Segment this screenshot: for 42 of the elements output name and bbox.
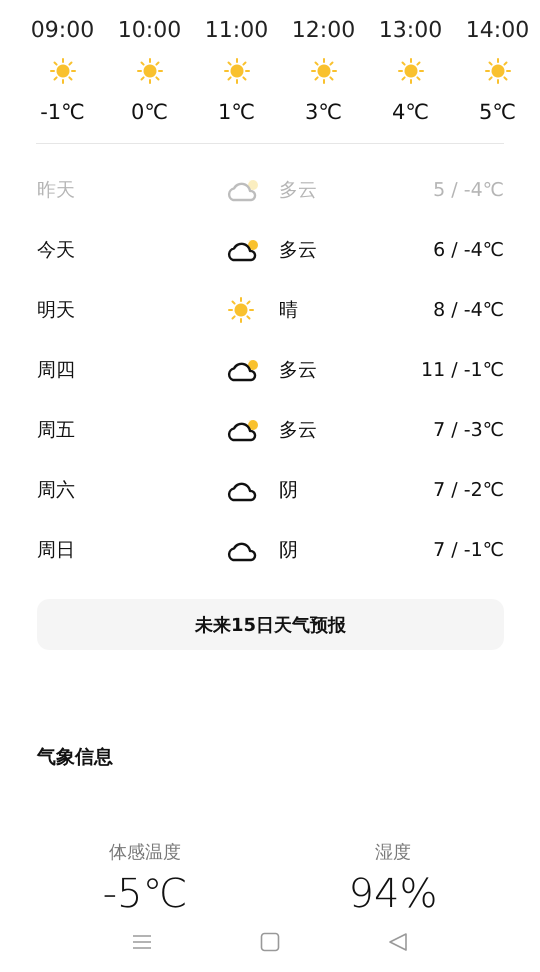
hour-temperature: -1℃ <box>40 99 85 126</box>
weather-condition: 多云 <box>279 238 318 263</box>
day-name: 周六 <box>37 478 76 503</box>
hour-temperature: 0℃ <box>131 99 168 126</box>
hour-temperature: 3℃ <box>305 99 342 126</box>
forecast-button[interactable]: 未来15日天气预报 <box>37 599 504 650</box>
day-name: 周四 <box>37 358 76 383</box>
menu-icon[interactable] <box>132 934 152 950</box>
hour-time: 14:00 <box>466 17 530 45</box>
day-name: 昨天 <box>37 178 76 203</box>
temperature-range: 7 / -3℃ <box>433 419 504 441</box>
weather-condition: 多云 <box>279 358 318 383</box>
day-name: 明天 <box>37 298 76 323</box>
day-name: 周日 <box>37 538 76 563</box>
day-name: 周五 <box>37 418 76 443</box>
temperature-range: 7 / -2℃ <box>433 479 504 501</box>
temperature-range: 5 / -4℃ <box>433 179 504 201</box>
hour-time: 10:00 <box>118 17 182 45</box>
hour-time: 13:00 <box>378 17 442 45</box>
weather-condition: 多云 <box>279 418 318 443</box>
home-icon[interactable] <box>260 932 280 952</box>
metric-label: 体感温度 <box>109 841 181 865</box>
temperature-range: 11 / -1℃ <box>421 359 504 381</box>
weather-condition: 阴 <box>279 478 299 503</box>
metric-label: 湿度 <box>375 841 411 865</box>
weather-condition: 多云 <box>279 178 318 203</box>
day-name: 今天 <box>37 238 76 263</box>
hour-temperature: 5℃ <box>479 99 516 126</box>
section-title: 气象信息 <box>37 745 114 770</box>
metric-value: -5℃ <box>102 870 188 919</box>
temperature-range: 7 / -1℃ <box>433 539 504 561</box>
weather-condition: 晴 <box>279 298 299 323</box>
weather-condition: 阴 <box>279 538 299 563</box>
hour-time: 09:00 <box>30 17 94 45</box>
hour-temperature: 4℃ <box>392 99 429 126</box>
hour-time: 11:00 <box>204 17 268 45</box>
back-icon[interactable] <box>388 932 408 952</box>
hour-temperature: 1℃ <box>218 99 255 126</box>
temperature-range: 6 / -4℃ <box>433 239 504 261</box>
temperature-range: 8 / -4℃ <box>433 299 504 321</box>
hour-time: 12:00 <box>292 17 356 45</box>
metric-value: 94% <box>348 870 438 919</box>
